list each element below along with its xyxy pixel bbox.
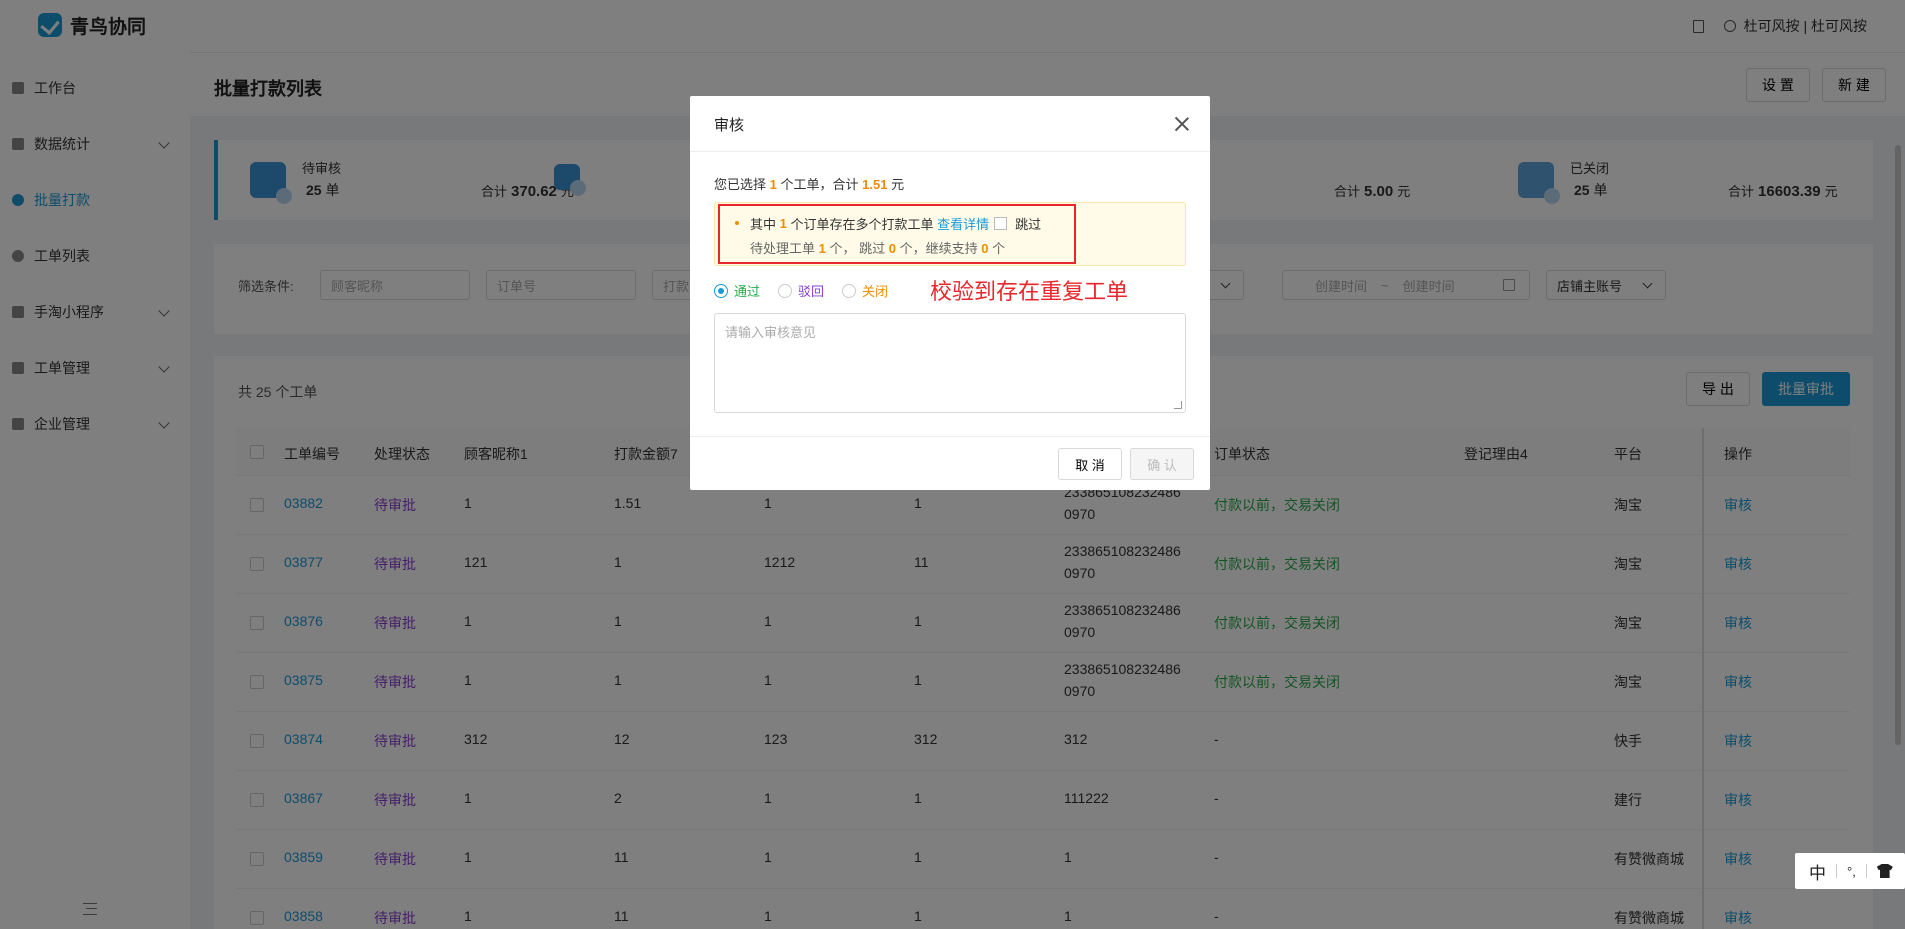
duplicate-annotation: 校验到存在重复工单 [930, 279, 1129, 304]
radio-pass[interactable]: 通过 [714, 281, 760, 300]
skip-checkbox[interactable] [994, 217, 1008, 230]
review-decision-group: 通过 驳回 关闭 [714, 281, 888, 300]
punctuation-toggle[interactable]: °, [1847, 864, 1856, 879]
radio-close[interactable]: 关闭 [842, 281, 888, 300]
modal-title: 审核 [714, 117, 745, 134]
divider [690, 436, 1210, 437]
warning-line-1: 其中 1 个订单存在多个打款工单 查看详情 跳过 [750, 214, 1042, 233]
radio-reject[interactable]: 驳回 [778, 281, 824, 300]
selection-summary: 您已选择 1 个工单，合计 1.51 元 [714, 177, 905, 192]
divider [1836, 864, 1837, 878]
radio-icon [842, 283, 857, 298]
duplicate-warning: 其中 1 个订单存在多个打款工单 查看详情 跳过 待处理工单 1 个， 跳过 0 … [714, 202, 1186, 266]
radio-icon [778, 283, 793, 298]
review-modal: 审核 您已选择 1 个工单，合计 1.51 元 其中 1 个订单存在多个打款工单… [690, 96, 1210, 490]
ime-mode[interactable]: 中 [1809, 859, 1826, 884]
ime-toolbar[interactable]: 中 °, [1795, 853, 1905, 889]
modal-header: 审核 [690, 96, 1210, 152]
bullet-dot [735, 221, 739, 225]
skip-label: 跳过 [1015, 217, 1042, 232]
shirt-icon[interactable] [1876, 864, 1893, 878]
warning-line-2: 待处理工单 1 个， 跳过 0 个，继续支持 0 个 [750, 241, 1006, 256]
close-icon[interactable] [1174, 116, 1190, 132]
cancel-button[interactable]: 取 消 [1058, 448, 1122, 480]
radio-checked-icon [714, 283, 728, 298]
resize-handle-icon[interactable] [1174, 401, 1182, 409]
divider [1865, 864, 1867, 878]
view-details-link[interactable]: 查看详情 [937, 214, 989, 233]
confirm-button[interactable]: 确 认 [1130, 448, 1194, 480]
review-opinion-textarea[interactable]: 请输入审核意见 [714, 313, 1186, 413]
